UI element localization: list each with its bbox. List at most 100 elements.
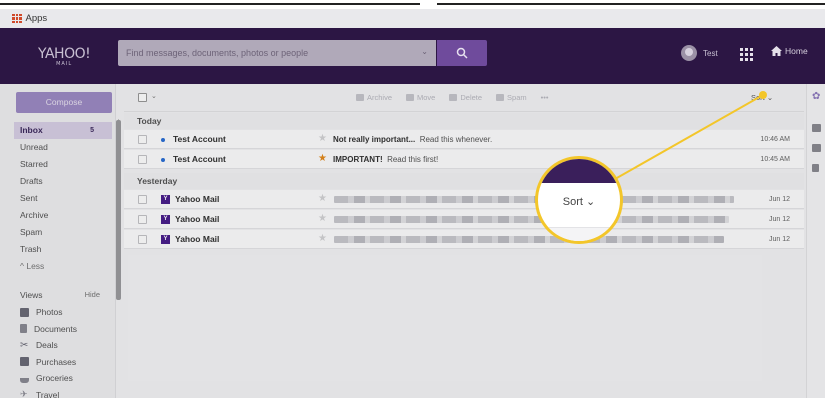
notepad-icon[interactable]: [812, 164, 819, 172]
magnified-sort-button[interactable]: Sort ⌄: [538, 195, 620, 208]
message-list-pane: ⌄ Archive Move Delete Spam ••• Sort ⌄ To…: [124, 84, 804, 398]
table-row[interactable]: Y Yahoo Mail ★ Jun 12: [124, 210, 804, 229]
unread-dot-icon: [161, 157, 165, 162]
message-sender: Test Account: [161, 150, 226, 169]
message-time: 10:46 AM: [760, 136, 790, 143]
yahoo-y-icon: Y: [161, 235, 170, 244]
bookmark-apps[interactable]: Apps: [26, 13, 48, 24]
star-icon[interactable]: ★: [318, 234, 327, 244]
sidebar-less-toggle[interactable]: ^ Less: [14, 258, 112, 275]
select-options-chevron-icon[interactable]: ⌄: [151, 92, 157, 100]
message-subject: Not really important... Read this whenev…: [333, 135, 493, 144]
search-options-chevron-icon[interactable]: ⌄: [421, 47, 428, 56]
more-actions-button[interactable]: •••: [541, 93, 549, 102]
tab-divider-right: [437, 3, 825, 5]
user-menu[interactable]: Test: [681, 45, 718, 61]
sidebar-view-deals[interactable]: ✂ Deals: [14, 337, 112, 354]
message-time: Jun 12: [768, 236, 790, 243]
yahoo-y-icon: Y: [161, 215, 170, 224]
apps-menu-icon[interactable]: [740, 48, 753, 61]
archive-button[interactable]: Archive: [356, 93, 392, 102]
search-icon: [456, 47, 468, 59]
browser-top-edge: [0, 0, 825, 9]
blurred-preview: [334, 216, 729, 223]
sidebar-item-sent[interactable]: Sent: [14, 190, 112, 207]
sidebar-item-starred[interactable]: Starred: [14, 156, 112, 173]
archive-icon: [356, 94, 364, 101]
move-button[interactable]: Move: [406, 93, 435, 102]
select-all-checkbox[interactable]: [138, 93, 147, 102]
search-input[interactable]: Find messages, documents, photos or peop…: [118, 40, 436, 66]
star-icon[interactable]: ★: [318, 214, 327, 224]
user-name: Test: [703, 48, 718, 58]
search-placeholder: Find messages, documents, photos or peop…: [126, 48, 309, 58]
contacts-icon[interactable]: [812, 124, 821, 132]
apps-grid-icon[interactable]: [12, 13, 22, 24]
message-time: Jun 12: [768, 216, 790, 223]
message-toolbar: ⌄ Archive Move Delete Spam ••• Sort ⌄: [124, 84, 804, 112]
blurred-preview: [334, 196, 734, 203]
sidebar-item-trash[interactable]: Trash: [14, 241, 112, 258]
table-row[interactable]: Y Yahoo Mail ★ Jun 12: [124, 230, 804, 249]
mail-content: Compose Inbox 5 Unread Starred Drafts Se…: [0, 84, 825, 398]
documents-icon: [20, 324, 27, 334]
delete-button[interactable]: Delete: [449, 93, 482, 102]
search-button[interactable]: [437, 40, 487, 66]
star-filled-icon[interactable]: ★: [318, 154, 327, 164]
unread-count-badge: 5: [90, 127, 94, 134]
section-yesterday: Yesterday: [124, 173, 804, 189]
folder-sidebar: Compose Inbox 5 Unread Starred Drafts Se…: [0, 84, 116, 398]
home-icon: [771, 46, 782, 56]
sidebar-view-documents[interactable]: Documents: [14, 321, 112, 338]
callout-anchor-dot: [759, 91, 767, 99]
sidebar-item-drafts[interactable]: Drafts: [14, 173, 112, 190]
yahoo-y-icon: Y: [161, 195, 170, 204]
message-sender: Y Yahoo Mail: [161, 210, 219, 229]
unread-dot-icon: [161, 137, 165, 142]
tab-divider-left: [0, 3, 420, 5]
bookmarks-bar: Apps: [0, 9, 825, 28]
table-row[interactable]: Test Account ★ IMPORTANT! Read this firs…: [124, 150, 804, 169]
sidebar-view-purchases[interactable]: Purchases: [14, 354, 112, 371]
calendar-icon[interactable]: [812, 144, 821, 152]
home-link[interactable]: Home: [771, 46, 808, 56]
gear-icon[interactable]: ✿: [812, 91, 820, 102]
table-row[interactable]: Y Yahoo Mail ★ Jun 12: [124, 190, 804, 209]
star-icon[interactable]: ★: [318, 134, 327, 144]
sidebar-view-travel[interactable]: ✈ Travel: [14, 387, 112, 398]
sidebar-view-photos[interactable]: Photos: [14, 304, 112, 321]
purchases-icon: [20, 357, 29, 367]
sidebar-item-unread[interactable]: Unread: [14, 139, 112, 156]
message-sender: Y Yahoo Mail: [161, 190, 219, 209]
message-sender: Test Account: [161, 130, 226, 149]
spam-button[interactable]: Spam: [496, 93, 527, 102]
photos-icon: [20, 307, 29, 317]
compose-button[interactable]: Compose: [16, 92, 112, 113]
sidebar-item-inbox[interactable]: Inbox 5: [14, 122, 112, 139]
message-time: 10:45 AM: [760, 156, 790, 163]
views-hide-link[interactable]: Hide: [85, 286, 100, 304]
sidebar-view-groceries[interactable]: Groceries: [14, 370, 112, 387]
sort-magnifier-callout: Sort ⌄: [535, 156, 623, 244]
message-sender: Y Yahoo Mail: [161, 230, 219, 249]
table-row[interactable]: Test Account ★ Not really important... R…: [124, 130, 804, 149]
row-checkbox[interactable]: [138, 155, 147, 164]
sidebar-item-spam[interactable]: Spam: [14, 224, 112, 241]
sidebar-scrollbar[interactable]: [116, 120, 121, 300]
plane-icon: ✈: [20, 389, 28, 398]
star-icon[interactable]: ★: [318, 194, 327, 204]
row-checkbox[interactable]: [138, 135, 147, 144]
views-header: Views Hide: [14, 286, 112, 304]
row-checkbox[interactable]: [138, 195, 147, 204]
row-checkbox[interactable]: [138, 215, 147, 224]
message-time: Jun 12: [768, 196, 790, 203]
yahoo-mail-logo[interactable]: YAHOO! MAIL: [38, 46, 91, 67]
scissors-icon: ✂: [20, 339, 29, 351]
row-checkbox[interactable]: [138, 235, 147, 244]
basket-icon: [20, 374, 29, 383]
right-rail: ✿: [806, 84, 825, 398]
shield-icon: [496, 94, 505, 101]
section-today: Today: [124, 113, 804, 129]
avatar: [681, 45, 697, 61]
sidebar-item-archive[interactable]: Archive: [14, 207, 112, 224]
